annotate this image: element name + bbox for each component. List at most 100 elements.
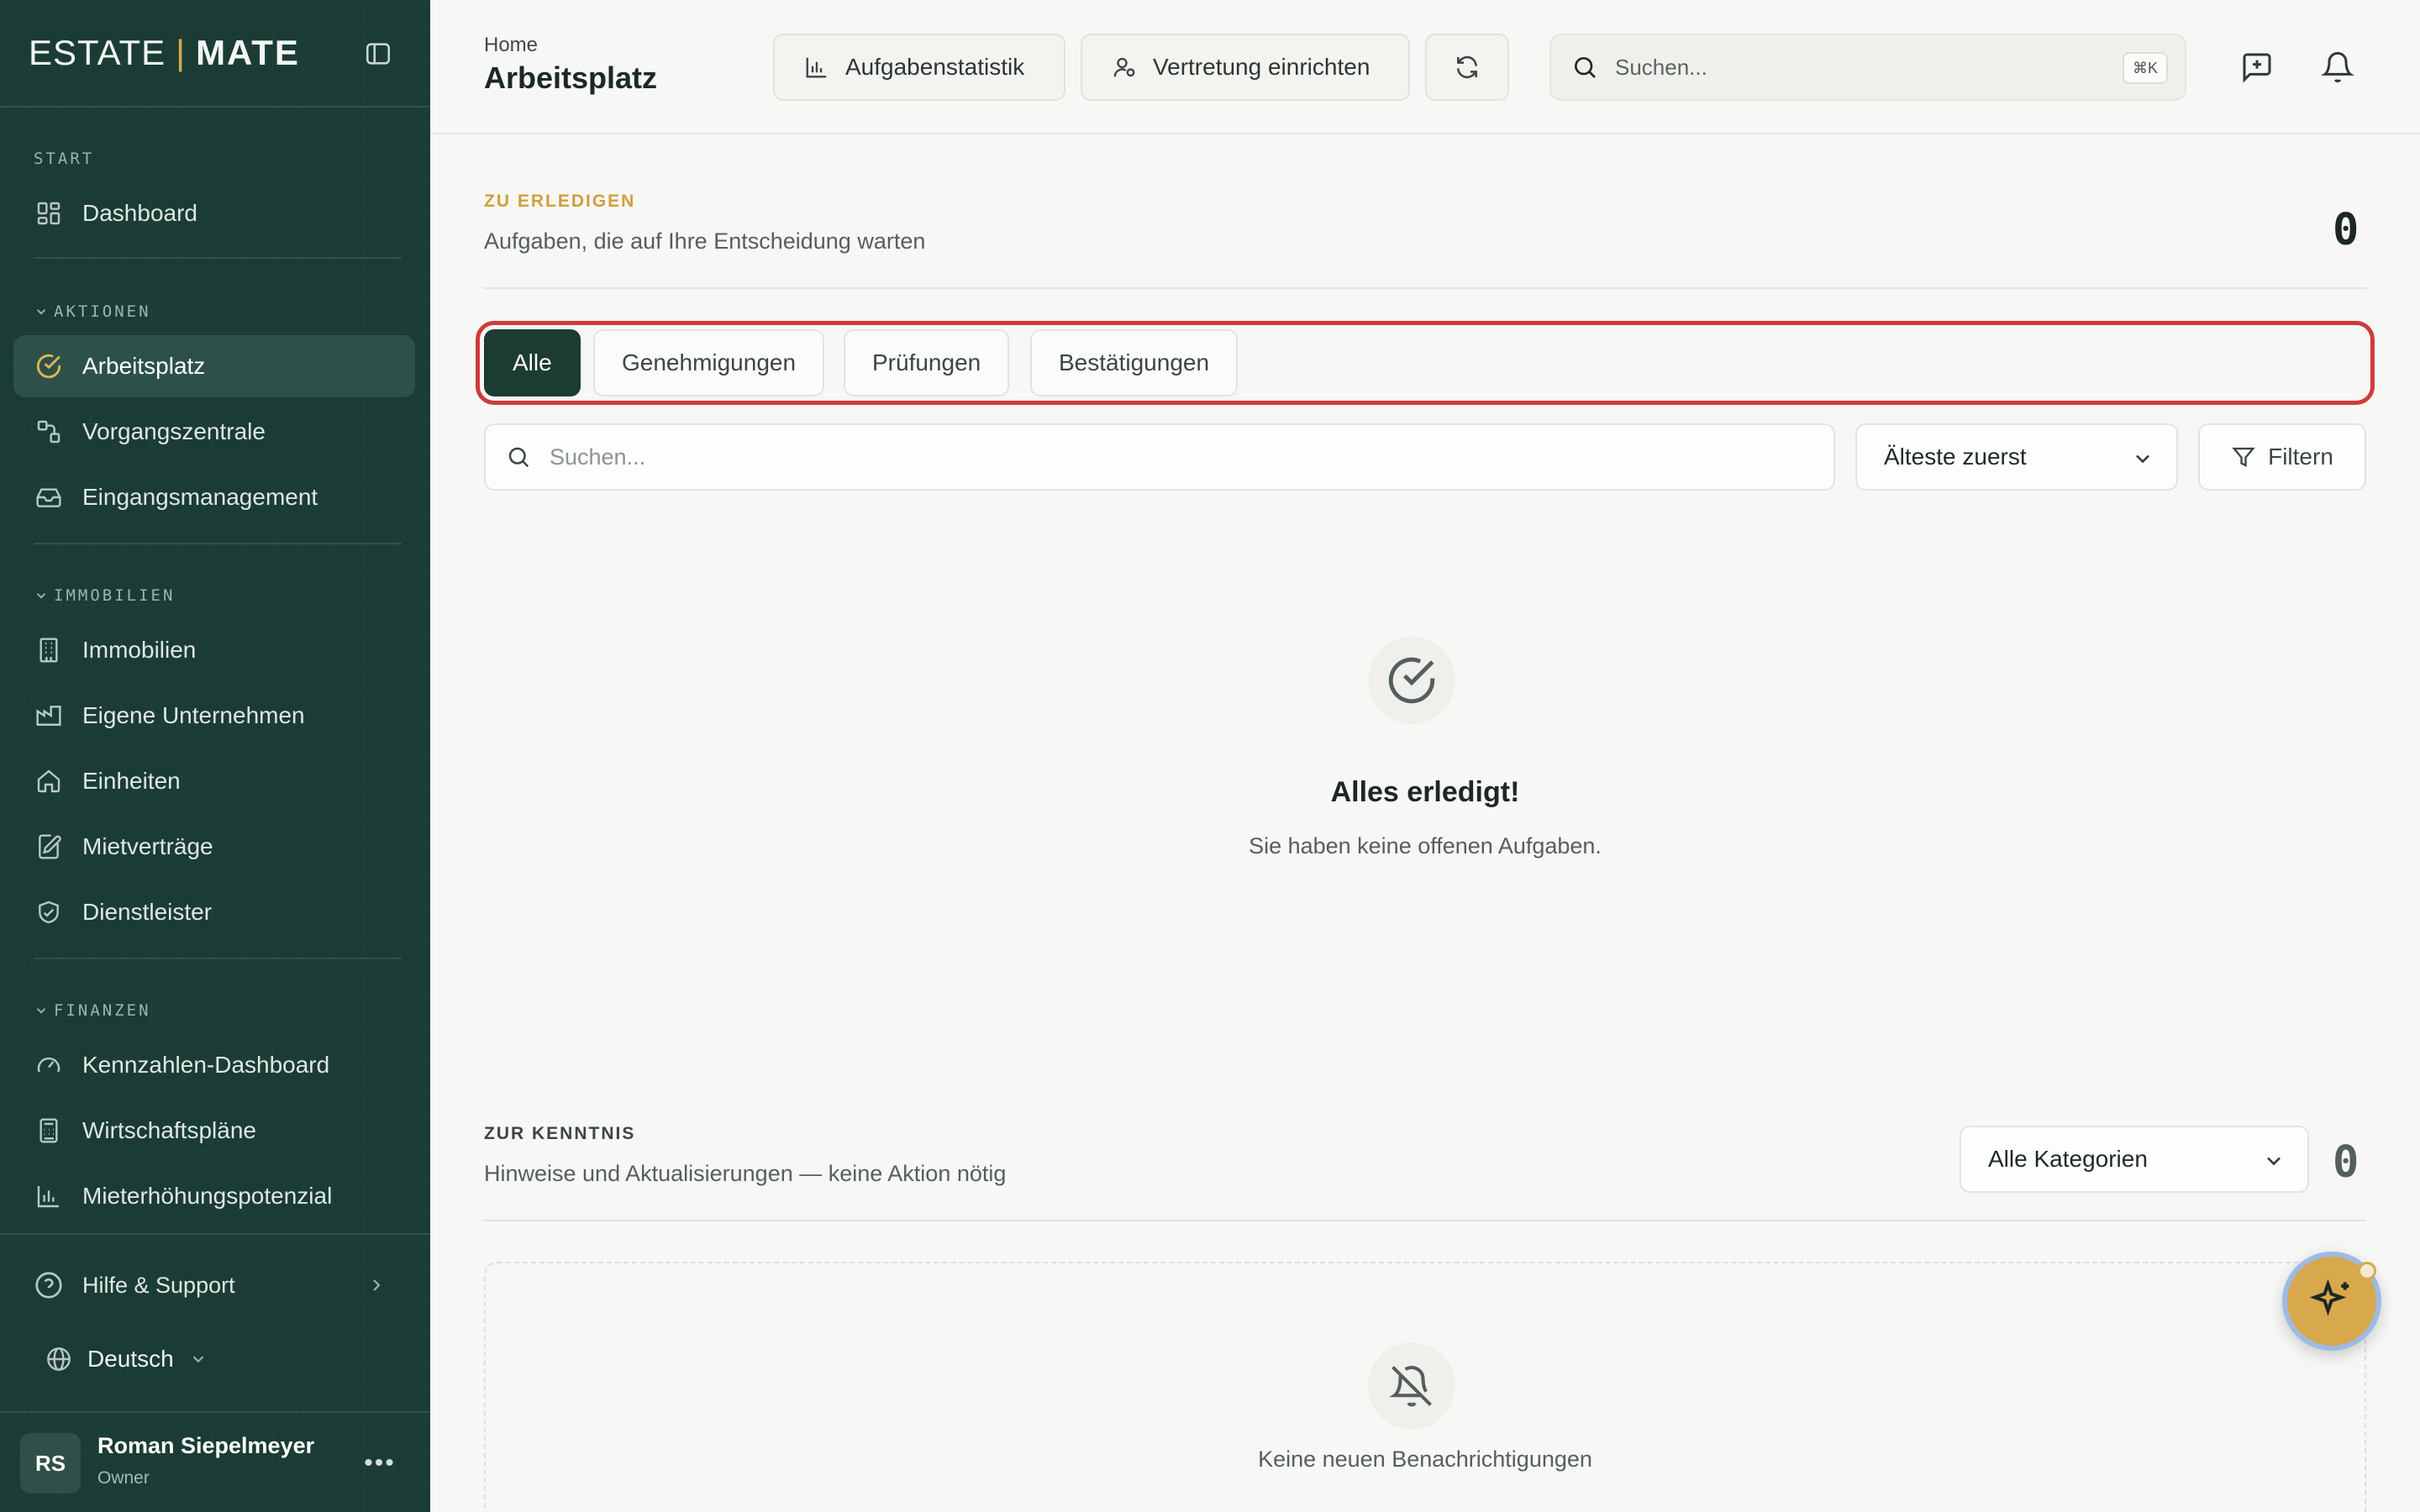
notifications-button[interactable]	[2317, 47, 2358, 87]
contract-edit-icon	[34, 832, 64, 862]
sidebar-item-label: Dienstleister	[82, 899, 213, 925]
sidebar-item-immobilien[interactable]: Immobilien	[13, 619, 415, 681]
tab-pruefungen[interactable]: Prüfungen	[844, 329, 1010, 396]
chevron-right-icon	[373, 1279, 381, 1291]
sidebar-item-arbeitsplatz[interactable]: Arbeitsplatz	[13, 335, 415, 397]
sidebar-item-label: Kennzahlen-Dashboard	[82, 1052, 330, 1078]
help-support-label: Hilfe & Support	[82, 1272, 235, 1298]
globe-icon	[47, 1347, 71, 1371]
chevron-down-icon	[36, 1008, 46, 1014]
sidebar-item-label: Immobilien	[82, 637, 197, 663]
gauge-icon	[34, 1050, 64, 1080]
global-search-input[interactable]: Suchen... ⌘K	[1549, 34, 2186, 101]
refresh-icon	[1457, 55, 1477, 79]
task-search-placeholder: Suchen...	[550, 444, 646, 470]
section-finanzen-label: FINANZEN	[54, 1001, 151, 1020]
info-count: 0	[2333, 1137, 2360, 1188]
breadcrumb[interactable]: Home	[484, 34, 538, 57]
sidebar-divider	[34, 257, 402, 259]
brand-right: MATE	[196, 33, 300, 72]
section-divider	[484, 1220, 2366, 1221]
sidebar-item-kennzahlen-dashboard[interactable]: Kennzahlen-Dashboard	[13, 1034, 415, 1096]
sidebar-item-dashboard[interactable]: Dashboard	[13, 182, 415, 244]
info-section-subtitle: Hinweise und Aktualisierungen — keine Ak…	[484, 1161, 1007, 1186]
chevron-down-icon	[36, 309, 46, 315]
setup-delegate-label: Vertretung einrichten	[1153, 54, 1370, 80]
category-select[interactable]: Alle Kategorien	[1960, 1126, 2309, 1193]
sparkles-icon	[2309, 1278, 2349, 1316]
sidebar-item-wirtschaftsplaene[interactable]: Wirtschaftspläne	[13, 1100, 415, 1162]
chevron-down-icon	[192, 1356, 203, 1363]
empty-state-subtitle: Sie haben keine offenen Aufgaben.	[1249, 833, 1602, 858]
keyboard-shortcut-badge: ⌘K	[2122, 52, 2168, 84]
sidebar-item-label: Mieterhöhungspotenzial	[82, 1183, 333, 1209]
user-role: Owner	[97, 1468, 150, 1488]
dashboard-grid-icon	[34, 198, 64, 228]
top-bar: Home Arbeitsplatz Aufgabenstatistik Vert…	[430, 0, 2420, 134]
help-support-item[interactable]: Hilfe & Support	[34, 1267, 387, 1304]
section-immobilien[interactable]: IMMOBILIEN	[34, 586, 175, 605]
main-content: ZU ERLEDIGEN Aufgaben, die auf Ihre Ents…	[430, 136, 2420, 1512]
sidebar-item-eigene-unternehmen[interactable]: Eigene Unternehmen	[13, 685, 415, 747]
bar-chart-icon	[34, 1181, 64, 1211]
sort-select[interactable]: Älteste zuerst	[1855, 423, 2178, 491]
empty-state-title: Alles erledigt!	[1330, 776, 1520, 808]
sidebar: ESTATE | MATE START Dashboard AKTIONEN Arb…	[0, 0, 430, 1512]
global-search-placeholder: Suchen...	[1615, 54, 1707, 80]
brand-logo[interactable]: ESTATE | MATE	[29, 33, 300, 73]
todo-section-title: ZU ERLEDIGEN	[484, 192, 636, 211]
more-horizontal-icon[interactable]: •••	[361, 1448, 398, 1478]
sidebar-divider	[34, 958, 402, 959]
avatar: RS	[20, 1433, 81, 1494]
sidebar-item-eingangsmanagement[interactable]: Eingangsmanagement	[13, 466, 415, 528]
brand-separator: |	[176, 33, 187, 72]
sidebar-item-mieterhoehungspotenzial[interactable]: Mieterhöhungspotenzial	[13, 1165, 415, 1227]
filter-label: Filtern	[2268, 444, 2333, 470]
language-label: Deutsch	[87, 1346, 174, 1372]
refresh-button[interactable]	[1425, 34, 1509, 101]
bar-chart-icon	[803, 54, 830, 81]
sidebar-panel-icon	[366, 43, 391, 65]
user-name: Roman Siepelmeyer	[97, 1433, 315, 1458]
sidebar-item-label: Vorgangszentrale	[82, 418, 266, 444]
sidebar-item-label: Eigene Unternehmen	[82, 702, 305, 728]
filter-button[interactable]: Filtern	[2198, 423, 2366, 491]
section-aktionen[interactable]: AKTIONEN	[34, 302, 151, 321]
check-circle-icon	[1368, 637, 1455, 724]
feedback-button[interactable]	[2237, 47, 2277, 87]
tab-alle[interactable]: Alle	[484, 329, 581, 396]
inbox-icon	[34, 482, 64, 512]
section-finanzen[interactable]: FINANZEN	[34, 1001, 151, 1020]
sidebar-header: ESTATE | MATE	[0, 0, 430, 108]
task-statistics-button[interactable]: Aufgabenstatistik	[773, 34, 1065, 101]
tab-genehmigungen[interactable]: Genehmigungen	[593, 329, 825, 396]
sidebar-divider	[34, 543, 402, 544]
home-icon	[34, 766, 64, 796]
sidebar-toggle-button[interactable]	[358, 35, 398, 72]
task-search-input[interactable]: Suchen...	[484, 423, 1835, 491]
chevron-down-icon	[36, 593, 46, 599]
todo-section-subtitle: Aufgaben, die auf Ihre Entscheidung wart…	[484, 228, 926, 254]
sidebar-item-label: Einheiten	[82, 768, 181, 794]
sidebar-item-label: Dashboard	[82, 200, 197, 226]
sidebar-item-mietvertraege[interactable]: Mietverträge	[13, 816, 415, 878]
chevron-down-icon	[2267, 1157, 2281, 1166]
sort-select-value: Älteste zuerst	[1884, 444, 2027, 470]
app-root: ESTATE | MATE START Dashboard AKTIONEN Arb…	[0, 0, 2420, 1512]
workflow-icon	[34, 417, 64, 447]
setup-delegate-button[interactable]: Vertretung einrichten	[1081, 34, 1410, 101]
bell-off-icon	[1368, 1342, 1455, 1430]
section-start: START	[34, 150, 95, 168]
sidebar-item-dienstleister[interactable]: Dienstleister	[13, 881, 415, 943]
section-divider	[484, 287, 2366, 289]
language-selector[interactable]: Deutsch	[45, 1341, 208, 1378]
search-icon	[1575, 57, 1596, 78]
user-profile[interactable]: RS Roman Siepelmeyer Owner •••	[0, 1411, 430, 1512]
sidebar-item-label: Mietverträge	[82, 833, 213, 859]
sidebar-item-label: Eingangsmanagement	[82, 484, 318, 510]
building-icon	[34, 635, 64, 665]
message-plus-icon	[2243, 53, 2271, 83]
tab-bestaetigungen[interactable]: Bestätigungen	[1030, 329, 1239, 396]
sidebar-item-einheiten[interactable]: Einheiten	[13, 750, 415, 812]
sidebar-item-vorgangszentrale[interactable]: Vorgangszentrale	[13, 401, 415, 463]
